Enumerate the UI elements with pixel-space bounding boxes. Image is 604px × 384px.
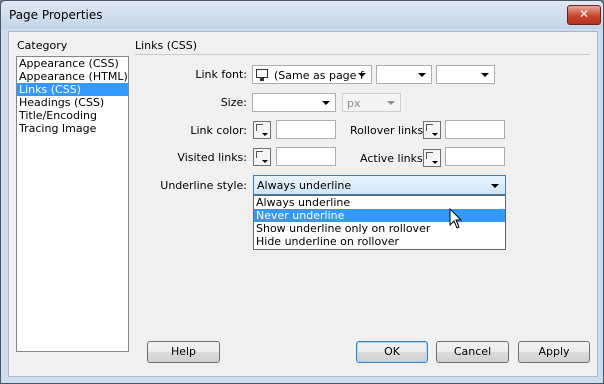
active-color-picker[interactable] — [423, 149, 441, 167]
category-item-tracing-image[interactable]: Tracing Image — [17, 122, 128, 135]
visited-color-field[interactable] — [276, 147, 336, 166]
category-item-title-encoding[interactable]: Title/Encoding — [17, 109, 128, 122]
rollover-links-label: Rollover links: — [350, 124, 427, 137]
section-title: Links (CSS) — [135, 39, 197, 52]
cancel-button[interactable]: Cancel — [436, 341, 509, 363]
category-item-headings-css[interactable]: Headings (CSS) — [17, 96, 128, 109]
size-select[interactable] — [252, 93, 336, 112]
category-header: Category — [17, 39, 68, 52]
chevron-down-icon — [387, 101, 395, 105]
link-font-label: Link font: — [195, 68, 247, 81]
close-button[interactable]: ✕ — [567, 5, 601, 25]
active-links-label: Active links: — [360, 152, 427, 165]
category-item-links-css[interactable]: Links (CSS) — [17, 83, 128, 96]
rollover-color-picker[interactable] — [423, 121, 441, 139]
mouse-cursor-icon — [449, 208, 463, 229]
size-unit-select: px — [342, 93, 401, 112]
underline-style-label: Underline style: — [160, 179, 247, 192]
dialog-body: Category Links (CSS) Appearance (CSS) Ap… — [8, 31, 598, 377]
size-unit-value: px — [347, 97, 361, 110]
option-show-underline-on-rollover[interactable]: Show underline only on rollover — [254, 222, 505, 235]
title-bar[interactable]: Page Properties ✕ — [1, 1, 603, 29]
link-color-field[interactable] — [276, 120, 336, 139]
option-hide-underline-on-rollover[interactable]: Hide underline on rollover — [254, 235, 505, 248]
underline-style-select[interactable]: Always underline — [253, 175, 506, 195]
option-always-underline[interactable]: Always underline — [254, 196, 505, 209]
link-font-value: (Same as page f — [274, 69, 364, 82]
chevron-down-icon — [322, 101, 330, 105]
underline-options-list[interactable]: Always underline Never underline Show un… — [253, 195, 506, 250]
font-weight-select[interactable] — [376, 65, 432, 84]
option-never-underline[interactable]: Never underline — [254, 209, 505, 222]
rollover-color-field[interactable] — [445, 120, 505, 139]
ok-button[interactable]: OK — [356, 341, 428, 363]
window-title: Page Properties — [9, 8, 103, 22]
font-style-select[interactable] — [436, 65, 495, 84]
link-color-picker[interactable] — [253, 121, 271, 139]
link-color-label: Link color: — [190, 124, 247, 137]
category-list[interactable]: Appearance (CSS) Appearance (HTML) Links… — [16, 56, 129, 352]
chevron-down-icon — [418, 73, 426, 77]
visited-color-picker[interactable] — [253, 148, 271, 166]
page-properties-dialog: Page Properties ✕ Category Links (CSS) A… — [0, 0, 604, 384]
apply-button[interactable]: Apply — [518, 341, 590, 363]
chevron-down-icon — [481, 73, 489, 77]
underline-style-value: Always underline — [257, 179, 352, 192]
chevron-down-icon — [358, 73, 366, 77]
active-color-field[interactable] — [445, 147, 505, 166]
chevron-down-icon — [491, 184, 499, 188]
category-item-appearance-css[interactable]: Appearance (CSS) — [17, 57, 128, 70]
font-icon — [256, 69, 268, 81]
link-font-select[interactable]: (Same as page f — [252, 65, 372, 84]
size-label: Size: — [220, 96, 247, 109]
help-button[interactable]: Help — [147, 341, 220, 363]
visited-links-label: Visited links: — [177, 151, 247, 164]
category-item-appearance-html[interactable]: Appearance (HTML) — [17, 70, 128, 83]
section-separator — [135, 54, 590, 55]
